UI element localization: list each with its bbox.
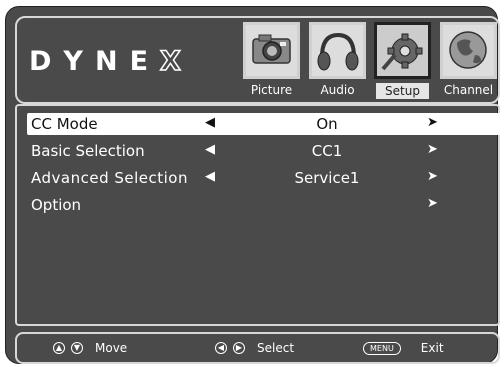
- menu-row-value: On: [316, 115, 338, 133]
- right-arrow-icon[interactable]: ➤: [427, 115, 438, 130]
- exit-label: Exit: [420, 341, 444, 355]
- settings-menu: CC Mode ◀ On ➤ Basic Selection ◀ CC1 ➤ A…: [15, 104, 502, 326]
- menu-row-value: CC1: [311, 142, 343, 160]
- tab-label: Channel: [443, 83, 494, 97]
- gear-icon: [374, 22, 431, 79]
- move-label: Move: [95, 341, 128, 355]
- menu-key-icon: MENU: [363, 341, 401, 355]
- tab-setup[interactable]: Setup: [374, 22, 431, 102]
- tab-label: Setup: [376, 83, 429, 99]
- footer-hints: ▲ ▼ Move ◀ ▶ Select MENU Exit: [15, 332, 500, 364]
- tab-picture[interactable]: Picture: [243, 22, 300, 102]
- left-arrow-icon[interactable]: ◀: [205, 115, 215, 130]
- logo-letter-y: Y: [63, 46, 83, 77]
- menu-row-basic-selection[interactable]: Basic Selection ◀ CC1 ➤: [27, 140, 502, 162]
- menu-row-value: Service1: [294, 169, 360, 187]
- menu-row-option[interactable]: Option ➤: [27, 194, 502, 216]
- logo-letter-e: E: [129, 46, 149, 77]
- left-arrow-icon[interactable]: ◀: [205, 169, 215, 184]
- left-arrow-icon: ◀: [215, 342, 227, 354]
- tab-channel[interactable]: Channel: [440, 22, 497, 102]
- up-arrow-icon: ▲: [53, 342, 65, 354]
- menu-row-label: Advanced Selection: [31, 169, 188, 187]
- header: D Y N E X Picture Audio Setup Channel: [15, 16, 500, 104]
- move-hint: ▲ ▼ Move: [53, 341, 127, 355]
- select-label: Select: [257, 341, 295, 355]
- right-arrow-icon[interactable]: ➤: [427, 196, 438, 211]
- globe-icon: [440, 22, 497, 79]
- tab-audio[interactable]: Audio: [309, 22, 366, 102]
- menu-row-label: CC Mode: [31, 115, 98, 133]
- menu-row-advanced-selection[interactable]: Advanced Selection ◀ Service1 ➤: [27, 167, 502, 189]
- right-arrow-icon[interactable]: ➤: [427, 142, 438, 157]
- right-arrow-icon: ▶: [233, 342, 245, 354]
- logo-letter-x: X: [159, 46, 181, 77]
- menu-row-label: Option: [31, 196, 82, 214]
- right-arrow-icon[interactable]: ➤: [427, 169, 438, 184]
- tab-label: Picture: [250, 83, 293, 97]
- menu-row-cc-mode[interactable]: CC Mode ◀ On ➤: [27, 113, 502, 135]
- logo-letter-d: D: [29, 46, 52, 77]
- dynex-logo: D Y N E X: [29, 46, 182, 77]
- menu-row-label: Basic Selection: [31, 142, 145, 160]
- down-arrow-icon: ▼: [71, 342, 83, 354]
- select-hint: ◀ ▶ Select: [215, 341, 294, 355]
- camera-icon: [243, 22, 300, 79]
- left-arrow-icon[interactable]: ◀: [205, 142, 215, 157]
- exit-hint: MENU Exit: [363, 341, 444, 355]
- tab-label: Audio: [320, 83, 355, 97]
- osd-panel: D Y N E X Picture Audio Setup Channel CC…: [5, 6, 502, 364]
- headphones-icon: [309, 22, 366, 79]
- logo-letter-n: N: [94, 46, 118, 77]
